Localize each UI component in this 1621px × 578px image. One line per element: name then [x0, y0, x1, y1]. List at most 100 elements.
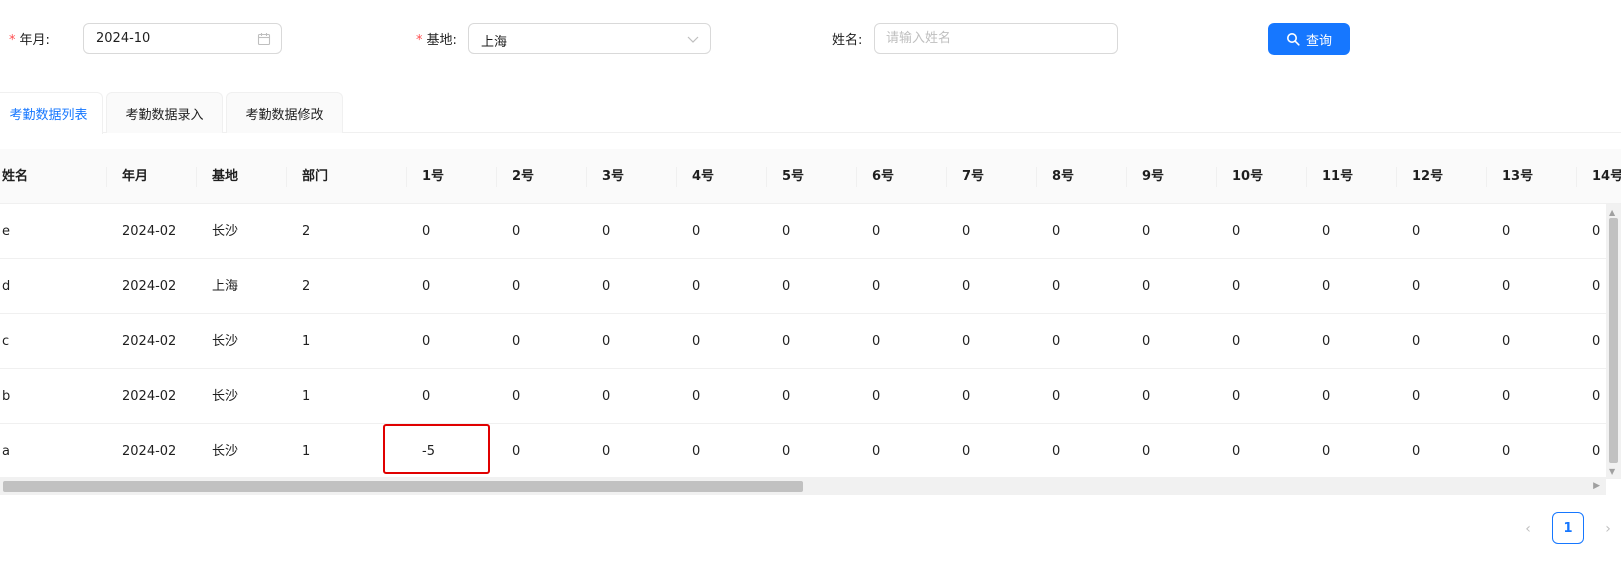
- name-field[interactable]: [874, 23, 1118, 54]
- column-separator: [1396, 167, 1397, 187]
- column-header: 7号: [962, 169, 985, 184]
- table-cell: 1: [302, 334, 311, 349]
- table-cell: 0: [1142, 279, 1151, 294]
- column-separator: [496, 167, 497, 187]
- column-separator: [106, 167, 107, 187]
- table-cell: 0: [1412, 279, 1421, 294]
- table-cell: 1: [302, 444, 311, 459]
- table-cell: 0: [1052, 334, 1061, 349]
- base-select[interactable]: 上海: [468, 23, 711, 54]
- vertical-scrollbar[interactable]: ▲ ▼: [1606, 204, 1621, 478]
- table-cell: 长沙: [212, 224, 239, 239]
- column-separator: [1216, 167, 1217, 187]
- table-cell: 0: [1322, 334, 1331, 349]
- table-cell: 0: [1142, 334, 1151, 349]
- prev-page-icon[interactable]: ‹: [1516, 517, 1540, 541]
- table-row[interactable]: e 2024-02 长沙 2 0 0 0 0 0 0 0 0 0 0 0 0 0 0: [0, 204, 1621, 259]
- table-cell: 0: [1592, 279, 1601, 294]
- table-cell: 0: [872, 224, 881, 239]
- table-cell: 0: [1412, 224, 1421, 239]
- column-separator: [766, 167, 767, 187]
- tab-attendance-list[interactable]: 考勤数据列表: [0, 92, 103, 134]
- table-cell: c: [2, 334, 10, 349]
- column-header: 基地: [212, 169, 239, 184]
- table-cell: 0: [1592, 444, 1601, 459]
- scroll-right-arrow-icon[interactable]: ▶: [1593, 481, 1600, 491]
- table-cell: 0: [512, 389, 521, 404]
- column-header: 6号: [872, 169, 895, 184]
- table-cell: 0: [1322, 224, 1331, 239]
- horizontal-scrollbar[interactable]: ▶: [0, 477, 1606, 495]
- table-cell: 0: [692, 224, 701, 239]
- table-cell: 0: [1502, 334, 1511, 349]
- table-cell: 0: [1232, 279, 1241, 294]
- table-cell: 0: [872, 334, 881, 349]
- query-button[interactable]: 查询: [1268, 23, 1350, 55]
- table-cell: 0: [692, 389, 701, 404]
- table-cell: 0: [1232, 444, 1241, 459]
- table-cell: 2: [302, 279, 311, 294]
- table-cell: 0: [782, 444, 791, 459]
- tab-attendance-edit[interactable]: 考勤数据修改: [226, 92, 343, 133]
- attendance-table: 姓名 年月 基地 部门 1号 2号 3号 4号 5号 6号 7号 8号 9号 10号 11号 12号 13号 14…: [0, 149, 1621, 496]
- table-cell: 0: [1502, 444, 1511, 459]
- column-separator: [1126, 167, 1127, 187]
- column-header: 12号: [1412, 169, 1444, 184]
- table-cell: 0: [1592, 389, 1601, 404]
- table-cell: 0: [1232, 224, 1241, 239]
- table-cell: e: [2, 224, 10, 239]
- calendar-icon[interactable]: [257, 32, 271, 46]
- scroll-down-arrow-icon[interactable]: ▼: [1609, 467, 1615, 476]
- table-cell: 0: [962, 444, 971, 459]
- table-row[interactable]: a 2024-02 长沙 1 -5 0 0 0 0 0 0 0 0 0 0 0 0 0: [0, 424, 1621, 479]
- table-cell: 0: [1322, 279, 1331, 294]
- page-1-button[interactable]: 1: [1552, 512, 1584, 544]
- table-cell: 0: [602, 389, 611, 404]
- table-cell: 2024-02: [122, 224, 177, 239]
- month-label: * 年月:: [9, 33, 50, 48]
- table-row[interactable]: b 2024-02 长沙 1 0 0 0 0 0 0 0 0 0 0 0 0 0 0: [0, 369, 1621, 424]
- name-input[interactable]: [875, 24, 1117, 53]
- table-cell: 0: [1592, 224, 1601, 239]
- column-header: 3号: [602, 169, 625, 184]
- table-cell: 0: [782, 334, 791, 349]
- table-cell: 长沙: [212, 389, 239, 404]
- column-separator: [1306, 167, 1307, 187]
- next-page-icon[interactable]: ›: [1596, 517, 1620, 541]
- table-cell: 2024-02: [122, 389, 177, 404]
- tab-attendance-entry[interactable]: 考勤数据录入: [106, 92, 223, 133]
- chevron-down-icon[interactable]: [686, 32, 700, 46]
- table-cell: 0: [782, 279, 791, 294]
- table-cell: 0: [1142, 224, 1151, 239]
- horizontal-scrollbar-thumb[interactable]: [3, 481, 803, 492]
- search-icon: [1286, 33, 1300, 46]
- month-picker[interactable]: 2024-10: [83, 23, 282, 54]
- table-cell: 0: [872, 389, 881, 404]
- table-cell: 0: [962, 334, 971, 349]
- table-cell: 0: [962, 224, 971, 239]
- required-mark: *: [9, 33, 16, 48]
- table-cell: 0: [422, 334, 431, 349]
- table-cell: 0: [422, 279, 431, 294]
- column-separator: [196, 167, 197, 187]
- column-separator: [1036, 167, 1037, 187]
- vertical-scrollbar-thumb[interactable]: [1609, 218, 1618, 463]
- table-cell: 0: [602, 224, 611, 239]
- column-header: 年月: [122, 169, 149, 184]
- table-row[interactable]: c 2024-02 长沙 1 0 0 0 0 0 0 0 0 0 0 0 0 0 0: [0, 314, 1621, 369]
- table-cell: 0: [422, 224, 431, 239]
- table-cell: 0: [1142, 389, 1151, 404]
- table-cell: 0: [512, 444, 521, 459]
- table-cell: 0: [1412, 389, 1421, 404]
- column-header: 11号: [1322, 169, 1354, 184]
- table-cell: 0: [1322, 389, 1331, 404]
- table-cell: 2024-02: [122, 444, 177, 459]
- table-cell: 2024-02: [122, 334, 177, 349]
- table-cell: 上海: [212, 279, 239, 294]
- table-row[interactable]: d 2024-02 上海 2 0 0 0 0 0 0 0 0 0 0 0 0 0 0: [0, 259, 1621, 314]
- table-cell: 0: [602, 444, 611, 459]
- table-cell: 0: [1502, 279, 1511, 294]
- table-cell: 0: [692, 279, 701, 294]
- table-cell: 2: [302, 224, 311, 239]
- scroll-up-arrow-icon[interactable]: ▲: [1609, 208, 1615, 217]
